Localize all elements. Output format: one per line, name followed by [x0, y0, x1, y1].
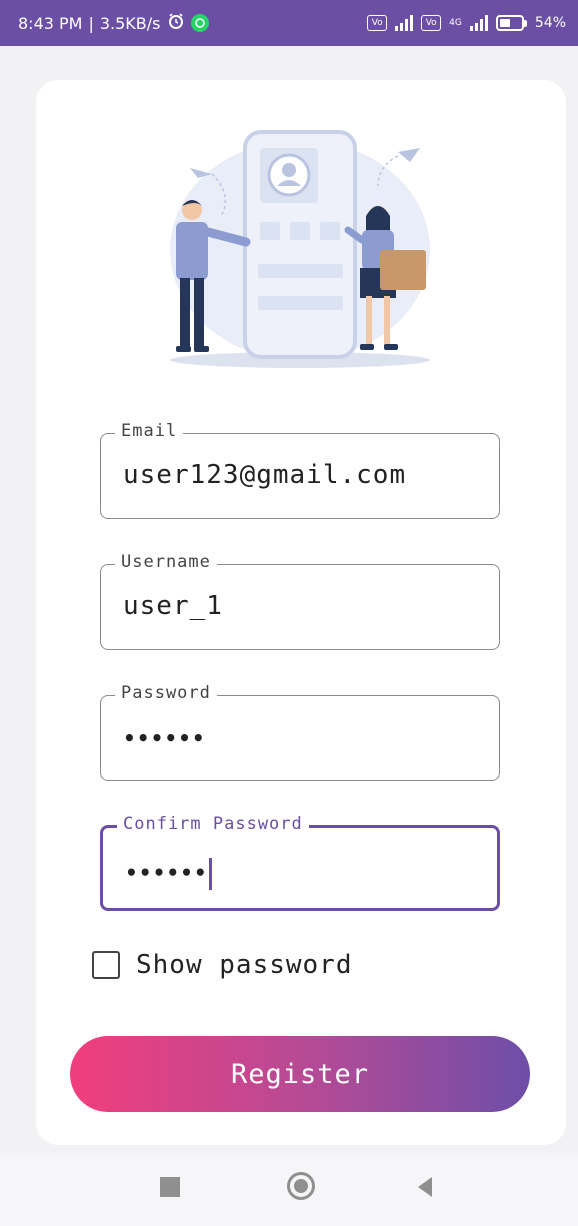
status-time: 8:43 PM: [18, 13, 83, 33]
network-gen: 4G: [449, 18, 462, 28]
status-left: 8:43 PM | 3.5KB/s: [18, 12, 209, 34]
recent-apps-icon[interactable]: [160, 1177, 180, 1197]
text-caret: [208, 858, 212, 890]
confirm-password-value: ••••••: [125, 858, 212, 890]
whatsapp-icon: [190, 14, 209, 32]
email-label: Email: [115, 421, 184, 441]
status-separator: |: [88, 13, 94, 33]
username-field[interactable]: Username user_1: [100, 552, 500, 650]
password-label: Password: [115, 683, 217, 703]
username-label: Username: [115, 552, 217, 572]
email-value: user123@gmail.com: [123, 460, 407, 490]
network-speed: 3.5KB/s: [99, 13, 161, 33]
register-illustration: [170, 130, 430, 368]
register-button[interactable]: Register: [70, 1036, 530, 1112]
show-password-label: Show password: [136, 950, 353, 980]
status-bar: 8:43 PM | 3.5KB/s Vo Vo 4G 54%: [0, 0, 578, 46]
password-field[interactable]: Password ••••••: [100, 683, 500, 781]
signal-icon-2: [469, 15, 488, 31]
battery-level: 54%: [534, 15, 566, 31]
navigation-bar: [0, 1155, 578, 1226]
confirm-password-field[interactable]: Confirm Password ••••••: [100, 814, 500, 911]
home-icon[interactable]: [287, 1172, 315, 1200]
alarm-icon: [167, 12, 185, 34]
signal-icon: [395, 15, 414, 31]
show-password-checkbox[interactable]: [92, 951, 120, 979]
confirm-password-dots: ••••••: [125, 860, 208, 885]
status-right: Vo Vo 4G 54%: [367, 15, 566, 31]
confirm-password-label: Confirm Password: [117, 814, 309, 834]
back-icon[interactable]: [418, 1177, 432, 1197]
show-password-row[interactable]: Show password: [92, 950, 353, 980]
volte-icon-2: Vo: [421, 15, 442, 31]
password-value: ••••••: [123, 726, 206, 750]
battery-icon: [495, 15, 527, 31]
username-value: user_1: [123, 591, 223, 621]
volte-icon: Vo: [367, 15, 388, 31]
email-field[interactable]: Email user123@gmail.com: [100, 421, 500, 519]
